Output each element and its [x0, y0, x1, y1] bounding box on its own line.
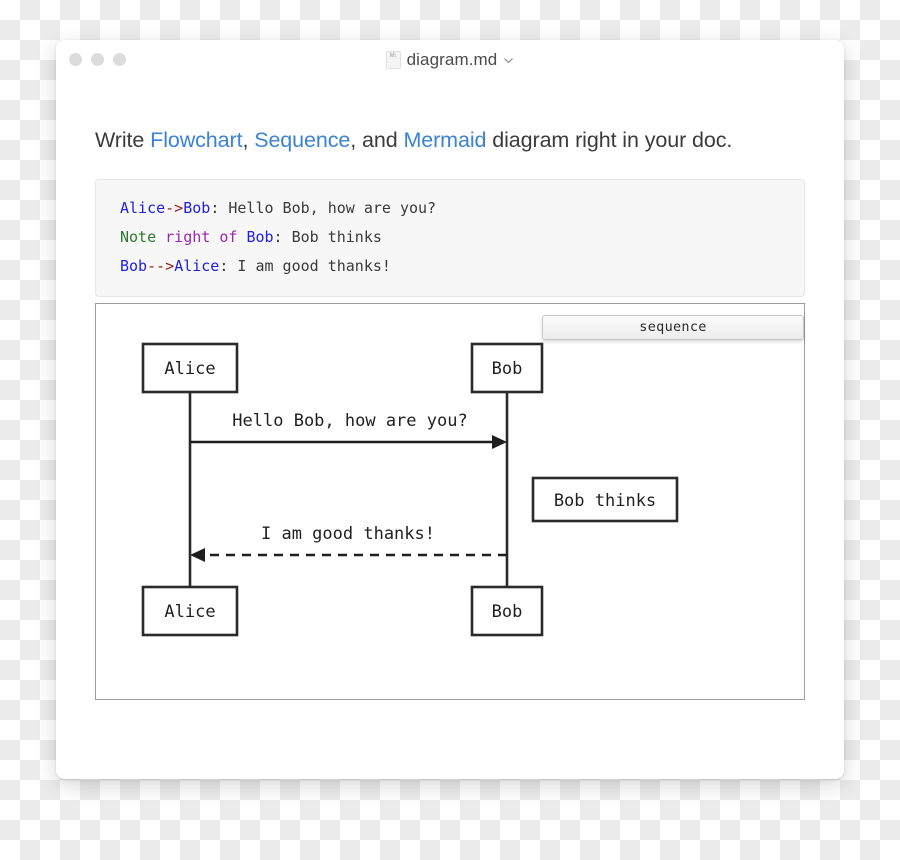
actor-label: Bob — [492, 602, 523, 622]
mermaid-code-block[interactable]: Alice->Bob: Hello Bob, how are you? Note… — [95, 178, 805, 297]
code-token: right of — [165, 227, 238, 246]
message-label: I am good thanks! — [261, 524, 435, 544]
actor-label: Alice — [164, 602, 215, 622]
app-window: diagram.md Write Flowchart, Sequence, an… — [56, 40, 844, 779]
code-line: Alice->Bob: Hello Bob, how are you? — [120, 194, 780, 223]
heading-text: , — [242, 128, 255, 152]
heading-text: Write — [95, 128, 151, 152]
chevron-down-icon[interactable] — [503, 55, 514, 66]
window-title-group: diagram.md — [56, 50, 844, 70]
note-label: Bob thinks — [554, 491, 656, 511]
markdown-file-icon — [385, 51, 401, 69]
diagram-preview-container: sequence Alice Bob Hello Bob, how are yo — [95, 302, 805, 700]
actor-box-alice-top: Alice — [141, 342, 239, 394]
actor-label: Alice — [164, 359, 215, 379]
note-bob-thinks: Bob thinks — [531, 476, 679, 523]
heading-link[interactable]: Mermaid — [403, 128, 486, 152]
page-title: Write Flowchart, Sequence, and Mermaid d… — [95, 81, 805, 155]
code-token: Bob — [183, 198, 211, 217]
actor-box-alice-bottom: Alice — [141, 585, 239, 637]
code-token: : Bob thinks — [273, 227, 382, 246]
document-body: Write Flowchart, Sequence, and Mermaid d… — [56, 81, 844, 700]
code-token: : I am good thanks! — [219, 256, 391, 275]
message-2: I am good thanks! — [190, 524, 507, 562]
code-line: Bob-->Alice: I am good thanks! — [120, 252, 780, 281]
window-title: diagram.md — [406, 50, 498, 69]
code-line: Note right of Bob: Bob thinks — [120, 223, 780, 252]
code-token: Bob — [120, 256, 148, 275]
actor-box-bob-bottom: Bob — [470, 585, 544, 637]
code-token: Alice — [174, 256, 220, 275]
message-1: Hello Bob, how are you? — [190, 411, 507, 449]
heading-text: , and — [350, 128, 404, 152]
code-token: -> — [165, 198, 184, 217]
actor-box-bob-top: Bob — [470, 342, 544, 394]
window-title-bar: diagram.md — [56, 40, 844, 81]
code-token: : Hello Bob, how are you? — [210, 198, 437, 217]
code-token: Bob — [246, 227, 274, 246]
heading-text: diagram right in your doc. — [486, 128, 733, 152]
code-token: --> — [147, 256, 175, 275]
code-token: Note — [120, 227, 157, 246]
heading-link[interactable]: Sequence — [254, 128, 350, 152]
code-token: Alice — [120, 198, 166, 217]
sequence-diagram: Alice Bob Hello Bob, how are you? Bob th… — [141, 342, 679, 637]
message-label: Hello Bob, how are you? — [232, 411, 467, 431]
actor-label: Bob — [492, 359, 523, 379]
heading-link[interactable]: Flowchart — [150, 128, 242, 152]
